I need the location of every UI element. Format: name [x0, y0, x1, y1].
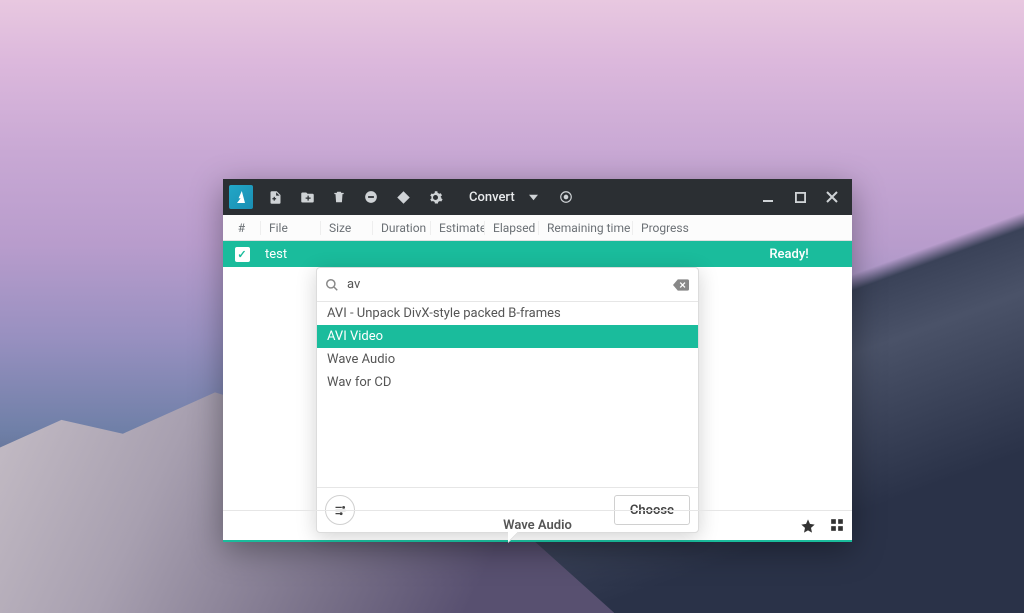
col-progress[interactable]: Progress [633, 221, 852, 235]
record-button[interactable] [552, 183, 580, 211]
convert-label: Convert [469, 190, 515, 205]
row-status: Ready! [726, 247, 852, 262]
gear-icon [428, 190, 443, 205]
col-file[interactable]: File [261, 221, 321, 235]
row-checkbox[interactable]: ✓ [223, 247, 261, 262]
col-remaining[interactable]: Remaining time [539, 221, 633, 235]
favorite-button[interactable] [800, 518, 816, 534]
maximize-button[interactable] [786, 183, 814, 211]
row-file: test [261, 247, 726, 262]
col-num[interactable]: # [223, 221, 261, 235]
presets-button[interactable] [830, 518, 844, 534]
table-row[interactable]: ✓ test Ready! [223, 241, 852, 267]
remove-button[interactable] [325, 183, 353, 211]
search-input[interactable] [347, 277, 664, 292]
col-duration[interactable]: Duration [373, 221, 431, 235]
search-icon [325, 278, 339, 292]
bottom-bar[interactable]: Wave Audio [223, 510, 852, 540]
trash-icon [332, 190, 346, 204]
minimize-button[interactable] [754, 183, 782, 211]
format-popover: AVI - Unpack DivX-style packed B-frames … [316, 267, 699, 533]
file-plus-icon [268, 190, 283, 205]
current-format-label: Wave Audio [503, 518, 572, 533]
add-file-button[interactable] [261, 183, 289, 211]
progress-indicator [223, 540, 852, 542]
star-icon [800, 518, 816, 534]
add-folder-button[interactable] [293, 183, 321, 211]
formats-button[interactable] [389, 183, 417, 211]
minimize-icon [762, 191, 774, 203]
bottom-right-icons [800, 518, 844, 534]
list-item[interactable]: AVI - Unpack DivX-style packed B-frames [317, 302, 698, 325]
settings-button[interactable] [421, 183, 449, 211]
col-elapsed[interactable]: Elapsed t [485, 221, 539, 235]
search-row [317, 268, 698, 302]
col-estimate[interactable]: Estimate [431, 221, 485, 235]
clear-search-button[interactable] [672, 276, 690, 294]
column-headers: # File Size Duration Estimate Elapsed t … [223, 215, 852, 241]
close-button[interactable] [818, 183, 846, 211]
main-area: AVI - Unpack DivX-style packed B-frames … [223, 267, 852, 510]
app-icon [229, 185, 253, 209]
col-size[interactable]: Size [321, 221, 373, 235]
convert-dropdown[interactable]: Convert [457, 183, 548, 211]
remove-circle-icon [364, 190, 378, 204]
clear-button[interactable] [357, 183, 385, 211]
record-icon [559, 190, 573, 204]
maximize-icon [795, 192, 806, 203]
app-window: Convert # File Size Duration Estimate El… [223, 179, 852, 542]
folder-plus-icon [300, 190, 315, 205]
grid-icon [830, 518, 844, 532]
close-icon [826, 191, 838, 203]
diamond-icon [396, 190, 411, 205]
titlebar: Convert [223, 179, 852, 215]
format-list: AVI - Unpack DivX-style packed B-frames … [317, 302, 698, 488]
list-item[interactable]: Wav for CD [317, 371, 698, 394]
list-item[interactable]: Wave Audio [317, 348, 698, 371]
chevron-down-icon [529, 193, 538, 202]
list-item[interactable]: AVI Video [317, 325, 698, 348]
backspace-icon [673, 279, 689, 291]
